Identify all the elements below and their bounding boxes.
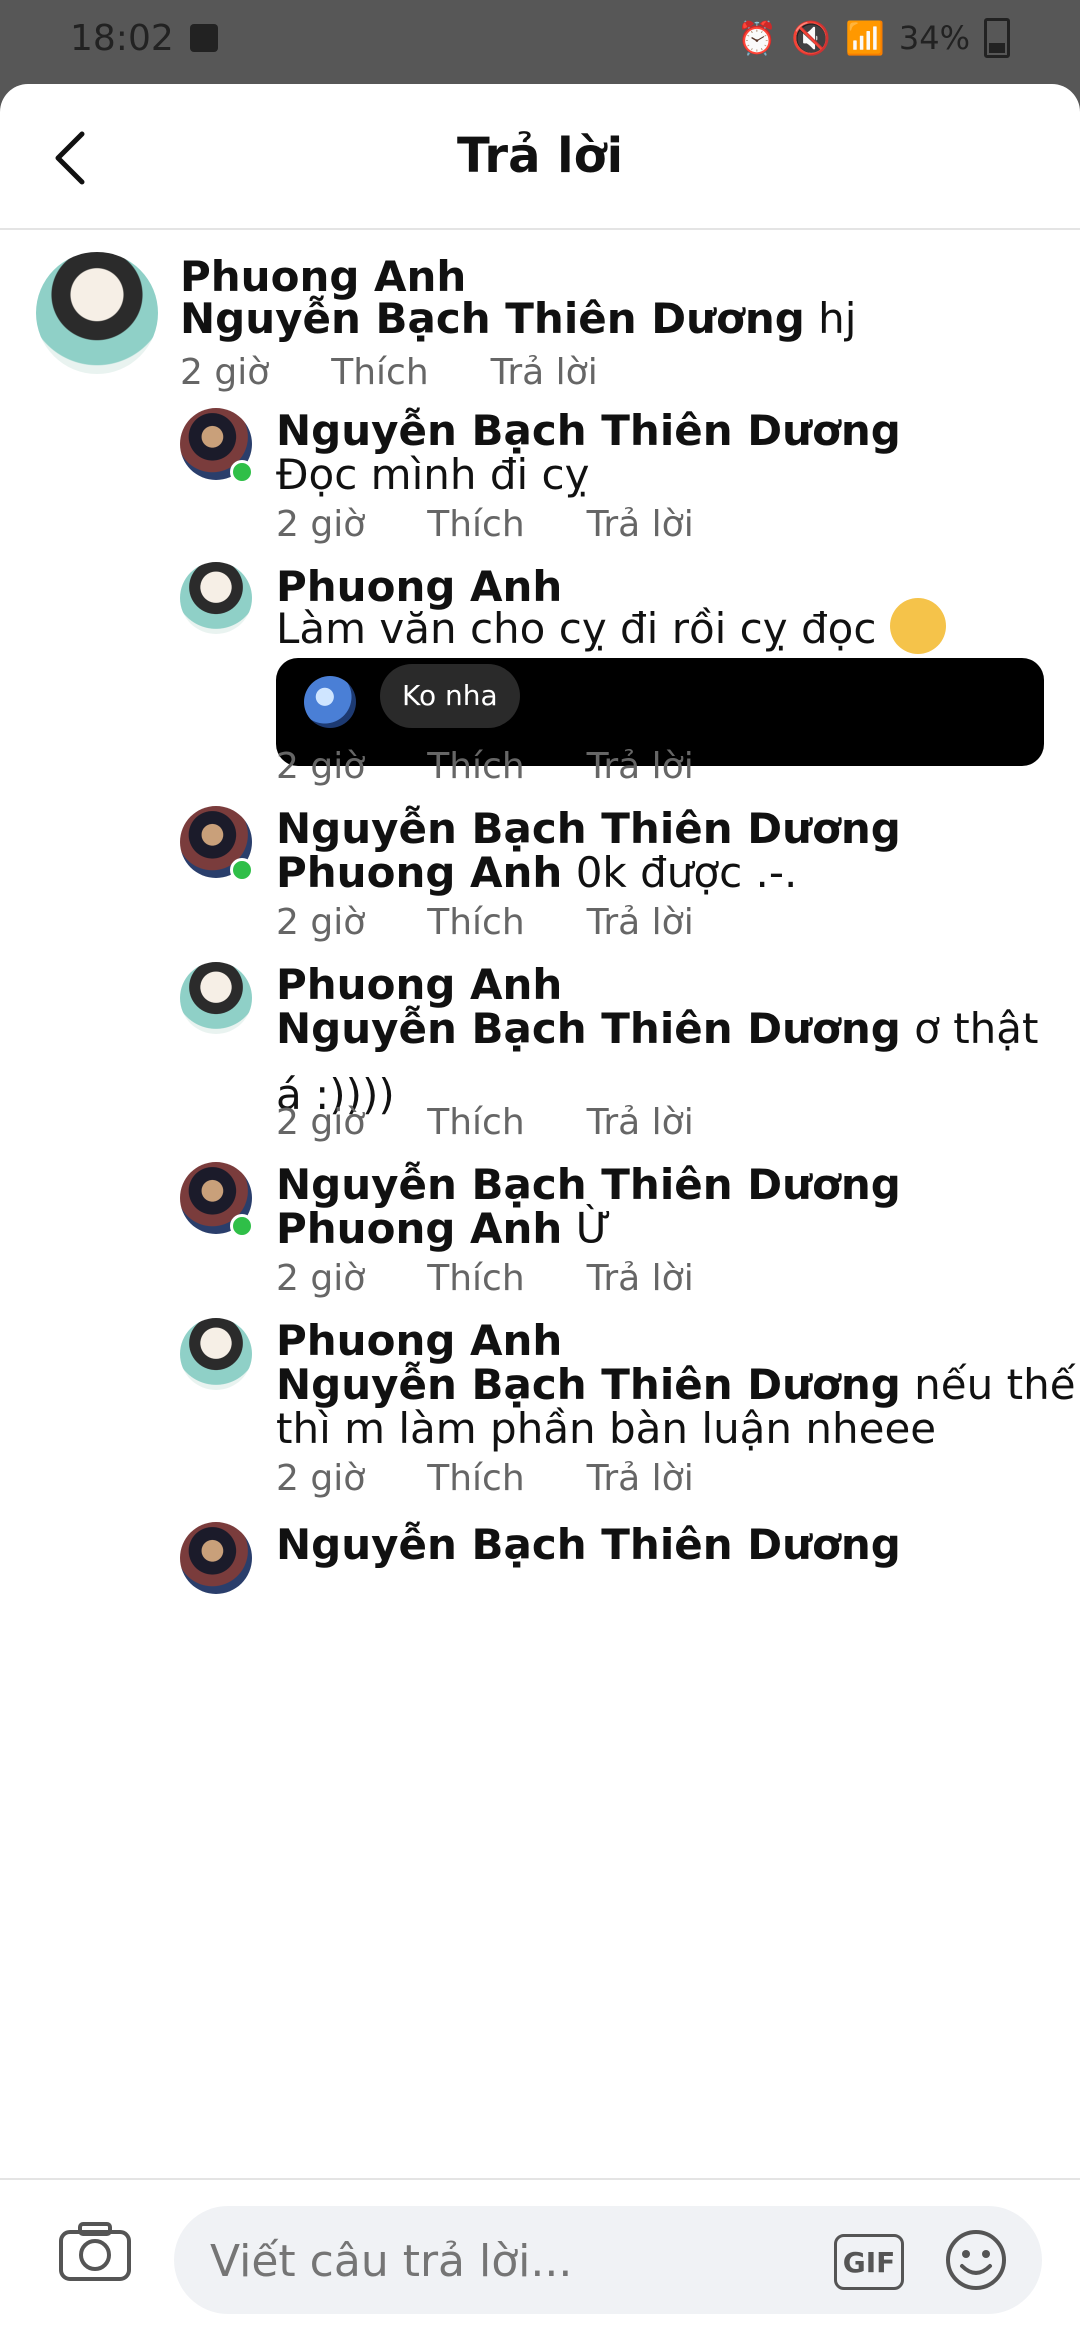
battery-icon <box>984 18 1010 58</box>
like-button[interactable]: Thích <box>427 902 524 943</box>
timestamp: 2 giờ <box>180 352 270 393</box>
story-avatar <box>304 676 356 728</box>
timestamp: 2 giờ <box>276 1458 366 1499</box>
comment-text: Làm văn cho cỵ đi rồi cỵ đọc <box>276 596 946 662</box>
timestamp: 2 giờ <box>276 1102 366 1143</box>
comment-meta: 2 giờ Thích Trả lời <box>276 504 694 545</box>
reply-button[interactable]: Trả lời <box>587 902 694 943</box>
smirk-emoji-icon <box>889 597 946 654</box>
mention[interactable]: Phuong Anh <box>276 848 562 897</box>
reply-input-container: GIF <box>174 2206 1042 2316</box>
comment-text: Nguyễn Bạch Thiên Dương ơ thật <box>276 996 1039 1062</box>
avatar[interactable] <box>180 1318 252 1390</box>
timestamp: 2 giờ <box>276 902 366 943</box>
comment-text: Phuong Anh Ừ <box>276 1196 612 1262</box>
comment-meta: 2 giờ Thích Trả lời <box>180 352 598 393</box>
wifi-icon: 📶 <box>845 19 885 57</box>
status-bar: 18:02 ⏰ 🔇 📶 34% <box>0 0 1080 84</box>
online-indicator <box>230 858 254 882</box>
comment-meta: 2 giờ Thích Trả lời <box>276 1458 694 1499</box>
status-indicators: ⏰ 🔇 📶 34% <box>737 18 1010 58</box>
comment-thread: Phuong Anh Nguyễn Bạch Thiên Dương hj 2 … <box>0 230 1080 2180</box>
timestamp: 2 giờ <box>276 504 366 545</box>
notification-icon <box>190 24 218 52</box>
reply-sheet: Trả lời Phuong Anh Nguyễn Bạch Thiên Dươ… <box>0 84 1080 2340</box>
reply-button[interactable]: Trả lời <box>587 746 694 787</box>
comment-body-line2: thì m làm phần bàn luận nheee <box>276 1404 937 1453</box>
mention[interactable]: Nguyễn Bạch Thiên Dương <box>276 1004 901 1053</box>
online-indicator <box>230 460 254 484</box>
reply-button[interactable]: Trả lời <box>587 1102 694 1143</box>
story-label: Ko nha <box>380 664 520 728</box>
comment-body: Đọc mình đi cỵ <box>276 450 590 499</box>
comment-meta: 2 giờ Thích Trả lời <box>276 902 694 943</box>
status-time: 18:02 <box>70 18 174 59</box>
comment-body: nếu thế <box>914 1360 1076 1409</box>
online-indicator <box>230 1214 254 1238</box>
page-title: Trả lời <box>456 128 624 184</box>
comment-body: Làm văn cho cỵ đi rồi cỵ đọc <box>276 604 877 653</box>
avatar[interactable] <box>36 252 158 374</box>
like-button[interactable]: Thích <box>331 352 428 393</box>
like-button[interactable]: Thích <box>427 746 524 787</box>
alarm-icon: ⏰ <box>737 19 778 57</box>
comment-text: Phuong Anh 0k được .-. <box>276 840 797 906</box>
like-button[interactable]: Thích <box>427 1102 524 1143</box>
emoji-icon[interactable] <box>944 2228 1008 2292</box>
mention[interactable]: Phuong Anh <box>276 1204 562 1253</box>
comment-body: 0k được .-. <box>575 848 798 897</box>
avatar[interactable] <box>180 962 252 1034</box>
header: Trả lời <box>0 84 1080 230</box>
comment-meta: 2 giờ Thích Trả lời <box>276 1258 694 1299</box>
comment-author[interactable]: Nguyễn Bạch Thiên Dương <box>276 1520 901 1569</box>
reply-input[interactable] <box>208 2206 792 2316</box>
reply-button[interactable]: Trả lời <box>587 504 694 545</box>
comment-meta: 2 giờ Thích Trả lời <box>276 746 694 787</box>
comment-body: Ừ <box>575 1204 612 1253</box>
comment-body: hj <box>818 294 857 343</box>
like-button[interactable]: Thích <box>427 1458 524 1499</box>
gif-button[interactable]: GIF <box>834 2234 904 2290</box>
avatar[interactable] <box>180 562 252 634</box>
comment-text: Nguyễn Bạch Thiên Dương hj <box>180 286 856 352</box>
mute-icon: 🔇 <box>791 19 832 57</box>
reply-button[interactable]: Trả lời <box>491 352 598 393</box>
comment-body: ơ thật <box>914 1004 1039 1053</box>
timestamp: 2 giờ <box>276 1258 366 1299</box>
comment: Nguyễn Bạch Thiên Dương <box>0 230 1080 1594</box>
like-button[interactable]: Thích <box>427 504 524 545</box>
battery-percent: 34% <box>898 19 970 57</box>
reply-composer: GIF <box>0 2178 1080 2340</box>
camera-icon[interactable] <box>58 2220 132 2282</box>
reply-button[interactable]: Trả lời <box>587 1258 694 1299</box>
avatar[interactable] <box>180 1522 252 1594</box>
reply-button[interactable]: Trả lời <box>587 1458 694 1499</box>
comment-meta: 2 giờ Thích Trả lời <box>276 1102 694 1143</box>
timestamp: 2 giờ <box>276 746 366 787</box>
comment: Phuong Anh Nguyễn Bạch Thiên Dương hj 2 … <box>0 230 1080 393</box>
mention[interactable]: Nguyễn Bạch Thiên Dương <box>180 294 805 343</box>
like-button[interactable]: Thích <box>427 1258 524 1299</box>
